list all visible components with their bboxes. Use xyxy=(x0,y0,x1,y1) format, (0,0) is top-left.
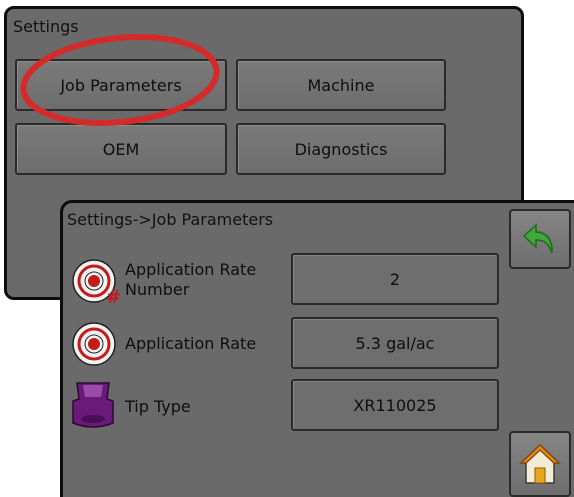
application-rate-number-field[interactable]: 2 xyxy=(291,253,499,305)
oem-button[interactable]: OEM xyxy=(15,123,227,175)
nozzle-tip-icon xyxy=(72,382,114,428)
tip-type-value: XR110025 xyxy=(353,395,437,415)
target-number-icon: # xyxy=(72,259,121,308)
application-rate-field[interactable]: 5.3 gal/ac xyxy=(291,317,499,369)
diagnostics-button[interactable]: Diagnostics xyxy=(236,123,446,175)
machine-button[interactable]: Machine xyxy=(236,59,446,111)
application-rate-value: 5.3 gal/ac xyxy=(355,333,435,353)
home-icon xyxy=(519,443,561,484)
job-parameters-label: Job Parameters xyxy=(60,75,182,95)
target-icon xyxy=(72,322,116,366)
home-button[interactable] xyxy=(509,431,571,497)
application-rate-number-value: 2 xyxy=(389,269,401,289)
application-rate-label: Application Rate xyxy=(125,334,257,353)
application-rate-number-line1: Application Rate xyxy=(125,260,257,279)
application-rate-number-label: Application Rate Number xyxy=(125,260,256,300)
settings-title: Settings xyxy=(13,17,79,36)
tip-type-label: Tip Type xyxy=(125,397,191,416)
application-rate-number-line2: Number xyxy=(125,280,190,299)
diagnostics-label: Diagnostics xyxy=(294,139,388,159)
svg-text:#: # xyxy=(106,287,121,308)
back-arrow-icon xyxy=(522,223,553,254)
back-button[interactable] xyxy=(509,209,571,269)
tip-type-field[interactable]: XR110025 xyxy=(291,379,499,431)
machine-label: Machine xyxy=(307,75,375,95)
oem-label: OEM xyxy=(102,139,140,159)
job-parameters-panel: Settings->Job Parameters # Application R… xyxy=(60,200,574,497)
job-parameters-title: Settings->Job Parameters xyxy=(67,210,274,229)
job-parameters-button[interactable]: Job Parameters xyxy=(15,59,227,111)
